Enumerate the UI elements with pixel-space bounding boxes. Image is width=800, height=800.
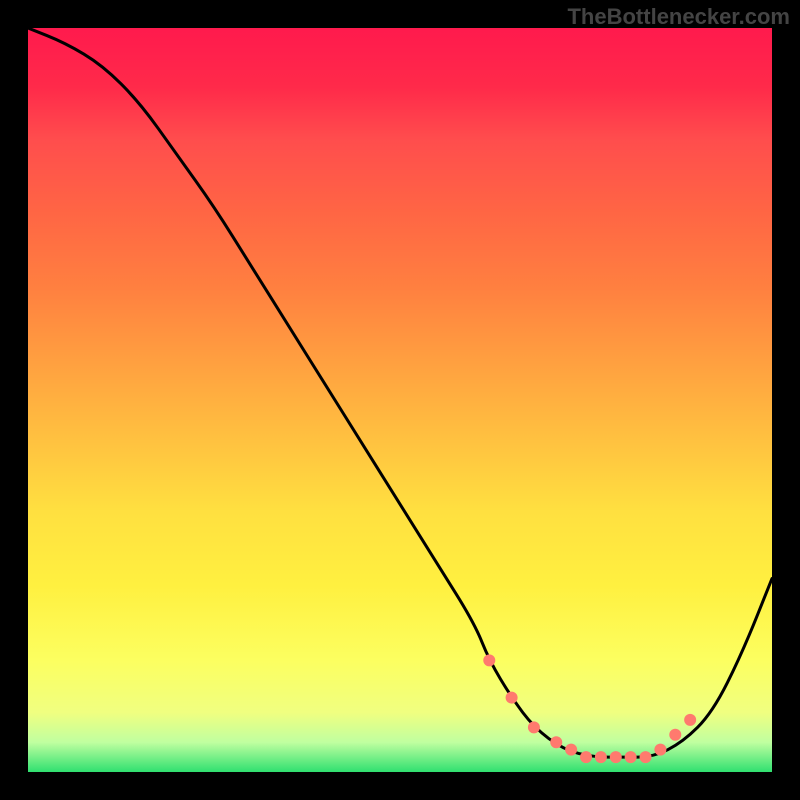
marker-dot xyxy=(550,736,562,748)
marker-dot xyxy=(528,721,540,733)
watermark-text: TheBottlenecker.com xyxy=(567,4,790,30)
marker-dot xyxy=(625,751,637,763)
marker-dot xyxy=(684,714,696,726)
curve-path xyxy=(28,28,772,757)
marker-dot xyxy=(506,692,518,704)
marker-dot xyxy=(610,751,622,763)
marker-dot xyxy=(565,744,577,756)
chart-svg xyxy=(28,28,772,772)
marker-dot xyxy=(483,654,495,666)
optimal-range-markers xyxy=(483,654,696,763)
marker-dot xyxy=(580,751,592,763)
bottleneck-curve xyxy=(28,28,772,757)
marker-dot xyxy=(669,729,681,741)
marker-dot xyxy=(654,744,666,756)
marker-dot xyxy=(595,751,607,763)
marker-dot xyxy=(640,751,652,763)
